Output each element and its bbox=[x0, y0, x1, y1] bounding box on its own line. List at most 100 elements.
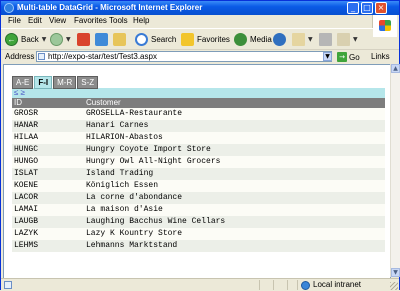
mail-button[interactable]: ▼ bbox=[292, 31, 313, 47]
refresh-button[interactable] bbox=[95, 31, 108, 47]
cell-id: GROSR bbox=[14, 109, 39, 118]
edit-icon bbox=[337, 32, 350, 46]
table-row: ISLAT Island Trading bbox=[12, 168, 385, 180]
cell-customer: Lazy K Kountry Store bbox=[86, 229, 183, 238]
close-button[interactable]: × bbox=[375, 2, 387, 14]
go-button[interactable]: → Go bbox=[337, 51, 360, 63]
security-zone: Local intranet bbox=[301, 280, 361, 290]
maximize-button[interactable]: □ bbox=[361, 2, 373, 14]
mail-icon bbox=[292, 32, 305, 46]
media-button[interactable]: Media bbox=[234, 31, 272, 47]
cell-customer: GROSELLA-Restaurante bbox=[86, 109, 183, 118]
page-status-icon bbox=[4, 281, 12, 289]
tab-s-z[interactable]: S-Z bbox=[77, 76, 99, 89]
status-bar: Local intranet bbox=[1, 278, 399, 291]
cell-id: LAZYK bbox=[14, 229, 39, 238]
forward-dropdown-icon[interactable]: ▼ bbox=[66, 36, 71, 43]
table-row: LAZYK Lazy K Kountry Store bbox=[12, 228, 385, 240]
multi-table-datagrid: A-E F-I M-R S-Z ≤ ≥ ID Customer GROSR GRO… bbox=[12, 76, 385, 252]
search-button[interactable]: Search bbox=[135, 31, 176, 47]
ie-icon bbox=[4, 3, 14, 13]
back-button[interactable]: ← Back ▼ bbox=[5, 31, 46, 47]
menu-edit[interactable]: Edit bbox=[28, 16, 42, 26]
scroll-down-icon[interactable]: ▼ bbox=[391, 268, 400, 277]
grid-header: ID Customer bbox=[12, 98, 385, 108]
cell-id: ISLAT bbox=[14, 169, 39, 178]
table-row: HUNGO Hungry Owl All-Night Grocers bbox=[12, 156, 385, 168]
media-icon bbox=[234, 32, 247, 46]
cell-id: KOENE bbox=[14, 181, 39, 190]
cell-customer: La maison d'Asie bbox=[86, 205, 163, 214]
table-row: LAUGB Laughing Bacchus Wine Cellars bbox=[12, 216, 385, 228]
window-title: Multi-table DataGrid - Microsoft Interne… bbox=[17, 3, 203, 12]
menu-bar: File Edit View Favorites Tools Help bbox=[1, 15, 399, 27]
cell-id: LAUGB bbox=[14, 217, 39, 226]
media-label: Media bbox=[250, 34, 272, 44]
edit-dropdown-icon[interactable]: ▼ bbox=[353, 36, 358, 43]
mail-dropdown-icon[interactable]: ▼ bbox=[308, 36, 313, 43]
edit-button[interactable]: ▼ bbox=[337, 31, 358, 47]
resize-grip[interactable] bbox=[390, 282, 398, 290]
scroll-up-icon[interactable]: ▲ bbox=[391, 64, 400, 73]
cell-id: HUNGO bbox=[14, 157, 39, 166]
forward-arrow-icon bbox=[50, 32, 63, 46]
stop-button[interactable] bbox=[77, 31, 90, 47]
home-button[interactable] bbox=[113, 31, 126, 47]
favorites-button[interactable]: Favorites bbox=[181, 31, 230, 47]
table-row: HANAR Hanari Carnes bbox=[12, 120, 385, 132]
forward-button[interactable]: ▼ bbox=[50, 31, 71, 47]
back-label: Back bbox=[21, 34, 39, 44]
minimize-button[interactable]: _ bbox=[347, 2, 359, 14]
globe-icon bbox=[301, 280, 310, 290]
favorites-star-icon bbox=[181, 32, 194, 46]
table-row: HUNGC Hungry Coyote Import Store bbox=[12, 144, 385, 156]
pager-links[interactable]: ≤ ≥ bbox=[12, 88, 385, 98]
search-icon bbox=[135, 32, 148, 46]
page-content: A-E F-I M-R S-Z ≤ ≥ ID Customer GROSR GRO… bbox=[3, 64, 391, 279]
menu-help[interactable]: Help bbox=[133, 16, 149, 26]
status-divider bbox=[273, 280, 274, 290]
table-row: GROSR GROSELLA-Restaurante bbox=[12, 108, 385, 120]
menu-tools[interactable]: Tools bbox=[109, 16, 128, 26]
menu-favorites[interactable]: Favorites bbox=[74, 16, 107, 26]
cell-id: HUNGC bbox=[14, 145, 39, 154]
table-row: LACOR La corne d'abondance bbox=[12, 192, 385, 204]
cell-customer: HILARION-Abastos bbox=[86, 133, 163, 142]
status-divider bbox=[287, 280, 288, 290]
cell-customer: Lehmanns Marktstand bbox=[86, 241, 178, 250]
cell-id: HILAA bbox=[14, 133, 39, 142]
toolbar: ← Back ▼ ▼ Search Favorites Media ▼ ▼ bbox=[1, 28, 373, 49]
tab-m-r[interactable]: M-R bbox=[53, 76, 77, 89]
home-icon bbox=[113, 32, 126, 46]
address-dropdown-icon[interactable]: ▼ bbox=[323, 52, 332, 61]
stop-icon bbox=[77, 32, 90, 46]
links-button[interactable]: Links bbox=[371, 52, 390, 62]
print-icon bbox=[319, 32, 332, 46]
address-input[interactable] bbox=[36, 51, 332, 62]
cell-id: LAMAI bbox=[14, 205, 39, 214]
browser-window: Multi-table DataGrid - Microsoft Interne… bbox=[0, 0, 400, 291]
status-divider bbox=[297, 280, 298, 290]
back-arrow-icon: ← bbox=[5, 32, 18, 46]
favorites-label: Favorites bbox=[197, 34, 230, 44]
menu-view[interactable]: View bbox=[49, 16, 66, 26]
table-row: LEHMS Lehmanns Marktstand bbox=[12, 240, 385, 252]
cell-customer: Hanari Carnes bbox=[86, 121, 149, 130]
table-row: HILAA HILARION-Abastos bbox=[12, 132, 385, 144]
grid-tabs: A-E F-I M-R S-Z bbox=[12, 76, 385, 89]
column-header-customer[interactable]: Customer bbox=[86, 98, 385, 108]
cell-id: LACOR bbox=[14, 193, 39, 202]
tab-f-i[interactable]: F-I bbox=[34, 76, 53, 89]
history-button[interactable] bbox=[273, 31, 286, 47]
title-bar[interactable]: Multi-table DataGrid - Microsoft Interne… bbox=[1, 1, 399, 15]
back-dropdown-icon[interactable]: ▼ bbox=[42, 36, 47, 43]
history-icon bbox=[273, 32, 286, 46]
cell-id: LEHMS bbox=[14, 241, 39, 250]
vertical-scrollbar[interactable]: ▲ ▼ bbox=[390, 64, 400, 277]
print-button[interactable] bbox=[319, 31, 332, 47]
cell-customer: Laughing Bacchus Wine Cellars bbox=[86, 217, 226, 226]
menu-file[interactable]: File bbox=[8, 16, 21, 26]
column-header-id[interactable]: ID bbox=[12, 98, 86, 108]
table-row: KOENE Königlich Essen bbox=[12, 180, 385, 192]
windows-flag-icon bbox=[379, 20, 391, 31]
